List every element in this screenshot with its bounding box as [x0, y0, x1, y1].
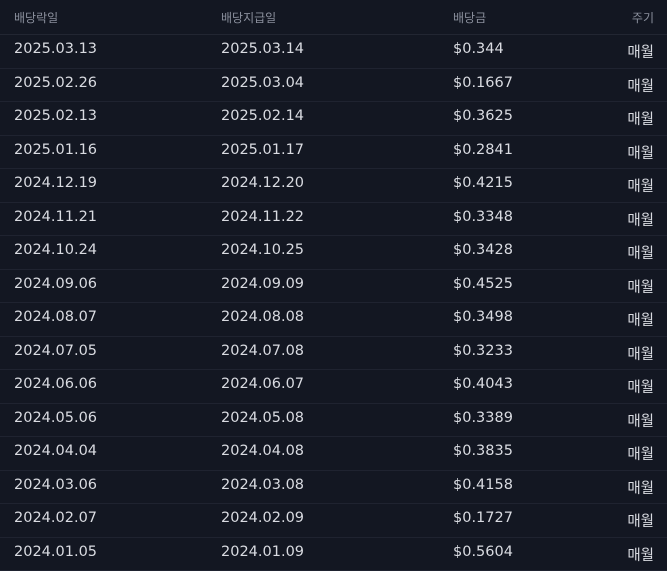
table-row: 2024.01.05 2024.01.09 $0.5604 매월	[0, 538, 667, 571]
cell-frequency: 매월	[627, 142, 654, 163]
column-header-amount[interactable]: 배당금	[453, 9, 486, 26]
cell-ex-date: 2024.04.04	[14, 443, 97, 459]
column-header-ex-date[interactable]: 배당락일	[14, 9, 58, 26]
cell-pay-date: 2024.09.09	[221, 276, 304, 292]
cell-frequency: 매월	[627, 443, 654, 464]
table-row: 2025.02.26 2025.03.04 $0.1667 매월	[0, 69, 667, 103]
cell-amount: $0.3233	[453, 343, 513, 359]
cell-amount: $0.3389	[453, 410, 513, 426]
cell-amount: $0.4043	[453, 376, 513, 392]
cell-ex-date: 2024.03.06	[14, 477, 97, 493]
cell-pay-date: 2024.05.08	[221, 410, 304, 426]
cell-ex-date: 2024.01.05	[14, 544, 97, 560]
cell-pay-date: 2024.07.08	[221, 343, 304, 359]
cell-pay-date: 2024.03.08	[221, 477, 304, 493]
cell-ex-date: 2024.06.06	[14, 376, 97, 392]
cell-frequency: 매월	[627, 108, 654, 129]
cell-amount: $0.4158	[453, 477, 513, 493]
cell-pay-date: 2024.01.09	[221, 544, 304, 560]
cell-frequency: 매월	[627, 242, 654, 263]
cell-frequency: 매월	[627, 276, 654, 297]
cell-ex-date: 2025.02.26	[14, 75, 97, 91]
cell-ex-date: 2024.12.19	[14, 175, 97, 191]
dividend-history-table: 배당락일 배당지급일 배당금 주기 2025.03.13 2025.03.14 $0…	[0, 0, 667, 554]
cell-frequency: 매월	[627, 410, 654, 431]
cell-ex-date: 2024.02.07	[14, 510, 97, 526]
table-header: 배당락일 배당지급일 배당금 주기	[0, 0, 667, 35]
cell-amount: $0.3625	[453, 108, 513, 124]
column-header-frequency[interactable]: 주기	[632, 9, 654, 26]
table-row: 2025.02.13 2025.02.14 $0.3625 매월	[0, 102, 667, 136]
table-row: 2024.12.19 2024.12.20 $0.4215 매월	[0, 169, 667, 203]
cell-frequency: 매월	[627, 544, 654, 565]
cell-frequency: 매월	[627, 510, 654, 531]
cell-frequency: 매월	[627, 343, 654, 364]
cell-frequency: 매월	[627, 41, 654, 62]
cell-ex-date: 2024.10.24	[14, 242, 97, 258]
cell-pay-date: 2024.11.22	[221, 209, 304, 225]
table-row: 2024.03.06 2024.03.08 $0.4158 매월	[0, 471, 667, 505]
cell-ex-date: 2024.11.21	[14, 209, 97, 225]
cell-amount: $0.3348	[453, 209, 513, 225]
table-row: 2025.01.16 2025.01.17 $0.2841 매월	[0, 136, 667, 170]
cell-frequency: 매월	[627, 477, 654, 498]
table-row: 2024.10.24 2024.10.25 $0.3428 매월	[0, 236, 667, 270]
cell-ex-date: 2024.09.06	[14, 276, 97, 292]
table-body: 2025.03.132025.03.14$0.344매월2025.02.2620…	[0, 35, 667, 571]
cell-pay-date: 2025.03.04	[221, 75, 304, 91]
table-row: 2024.05.06 2024.05.08 $0.3389 매월	[0, 404, 667, 438]
cell-pay-date: 2024.12.20	[221, 175, 304, 191]
cell-frequency: 매월	[627, 309, 654, 330]
cell-amount: $0.5604	[453, 544, 513, 560]
cell-ex-date: 2024.05.06	[14, 410, 97, 426]
cell-pay-date: 2024.06.07	[221, 376, 304, 392]
cell-pay-date: 2024.02.09	[221, 510, 304, 526]
table-row: 2024.04.04 2024.04.08 $0.3835 매월	[0, 437, 667, 471]
cell-ex-date: 2024.07.05	[14, 343, 97, 359]
cell-ex-date: 2025.03.13	[14, 41, 97, 57]
cell-amount: $0.344	[453, 41, 504, 57]
table-row: 2024.07.05 2024.07.08 $0.3233 매월	[0, 337, 667, 371]
column-header-pay-date[interactable]: 배당지급일	[221, 9, 276, 26]
cell-pay-date: 2024.10.25	[221, 242, 304, 258]
cell-pay-date: 2025.03.14	[221, 41, 304, 57]
cell-amount: $0.3498	[453, 309, 513, 325]
table-row: 2024.08.07 2024.08.08 $0.3498 매월	[0, 303, 667, 337]
cell-pay-date: 2024.08.08	[221, 309, 304, 325]
table-row: 2025.03.13 2025.03.14 $0.344 매월	[0, 35, 667, 69]
cell-ex-date: 2024.08.07	[14, 309, 97, 325]
cell-frequency: 매월	[627, 175, 654, 196]
table-row: 2024.02.07 2024.02.09 $0.1727 매월	[0, 504, 667, 538]
cell-amount: $0.1727	[453, 510, 513, 526]
cell-amount: $0.4525	[453, 276, 513, 292]
table-row: 2024.06.06 2024.06.07 $0.4043 매월	[0, 370, 667, 404]
cell-amount: $0.3428	[453, 242, 513, 258]
cell-pay-date: 2025.02.14	[221, 108, 304, 124]
cell-amount: $0.2841	[453, 142, 513, 158]
cell-frequency: 매월	[627, 209, 654, 230]
cell-frequency: 매월	[627, 376, 654, 397]
table-row: 2024.11.21 2024.11.22 $0.3348 매월	[0, 203, 667, 237]
cell-ex-date: 2025.02.13	[14, 108, 97, 124]
cell-ex-date: 2025.01.16	[14, 142, 97, 158]
table-row: 2024.09.06 2024.09.09 $0.4525 매월	[0, 270, 667, 304]
cell-frequency: 매월	[627, 75, 654, 96]
cell-pay-date: 2025.01.17	[221, 142, 304, 158]
cell-amount: $0.4215	[453, 175, 513, 191]
cell-amount: $0.3835	[453, 443, 513, 459]
cell-amount: $0.1667	[453, 75, 513, 91]
cell-pay-date: 2024.04.08	[221, 443, 304, 459]
